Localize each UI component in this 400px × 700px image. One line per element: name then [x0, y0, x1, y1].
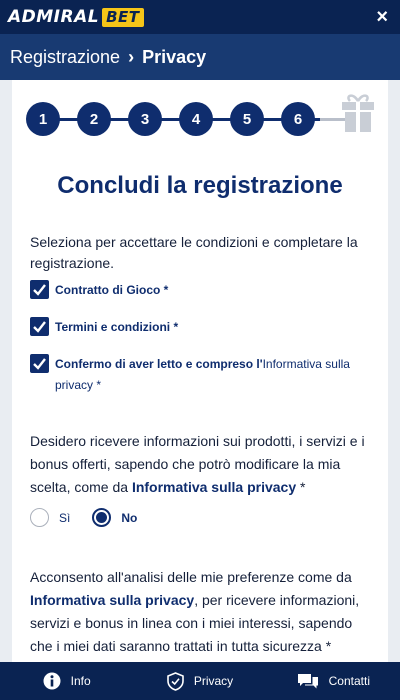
marketing-privacy-link[interactable]: Informativa sulla privacy: [132, 479, 296, 495]
step-3: 3: [128, 102, 162, 136]
checkbox-row-contract[interactable]: Contratto di Gioco *: [30, 280, 168, 301]
contract-link[interactable]: Contratto di Gioco *: [55, 283, 168, 297]
checkmark-icon: [33, 358, 46, 370]
gift-icon: [342, 94, 374, 132]
registration-card: 1 2 3 4 5 6 Concludi la registrazione Se…: [12, 80, 388, 662]
radio-no-circle[interactable]: [92, 508, 112, 527]
nav-privacy-label: Privacy: [193, 674, 234, 688]
admiralbet-logo[interactable]: ADMIRAL BET: [8, 7, 144, 27]
nav-privacy[interactable]: Privacy: [133, 671, 266, 691]
radio-no[interactable]: No: [92, 508, 137, 527]
logo-text-bet: BET: [102, 7, 144, 27]
shield-icon: [167, 671, 184, 691]
info-icon: [43, 672, 61, 690]
required-marker: *: [296, 479, 306, 495]
profiling-consent-text: Acconsento all'analisi delle mie prefere…: [30, 566, 374, 658]
checkbox-row-privacy[interactable]: Confermo di aver letto e compreso l'Info…: [30, 354, 370, 396]
step-2: 2: [77, 102, 111, 136]
step-4: 4: [179, 102, 213, 136]
checkbox-label-privacy: Confermo di aver letto e compreso l'Info…: [55, 354, 370, 396]
step-1: 1: [26, 102, 60, 136]
nav-info-label: Info: [70, 674, 91, 688]
checkbox-terms[interactable]: [30, 317, 49, 336]
radio-si[interactable]: Sì: [30, 508, 70, 527]
radio-no-label: No: [121, 510, 138, 525]
step-6: 6: [281, 102, 315, 136]
top-bar: ADMIRAL BET ×: [0, 0, 400, 34]
close-icon[interactable]: ×: [376, 7, 388, 27]
marketing-consent-text: Desidero ricevere informazioni sui prodo…: [30, 430, 374, 499]
nav-contacts[interactable]: Contatti: [267, 672, 400, 690]
marketing-radio-group: Sì No: [30, 508, 159, 527]
step-5: 5: [230, 102, 264, 136]
checkbox-label-terms: Termini e condizioni *: [55, 317, 178, 338]
nav-contacts-label: Contatti: [328, 674, 370, 688]
checkbox-privacy[interactable]: [30, 354, 49, 373]
checkbox-row-terms[interactable]: Termini e condizioni *: [30, 317, 178, 338]
checkbox-label-contract: Contratto di Gioco *: [55, 280, 168, 301]
registration-stepper: 1 2 3 4 5 6: [20, 90, 380, 150]
intro-text: Seleziona per accettare le condizioni e …: [30, 234, 358, 271]
required-marker: *: [93, 378, 102, 392]
breadcrumb-parent[interactable]: Registrazione: [10, 47, 120, 68]
chat-icon: [297, 674, 318, 689]
breadcrumb-current: Privacy: [142, 46, 207, 67]
logo-text-admiral: ADMIRAL: [8, 7, 100, 27]
privacy-label-text: Confermo di aver letto e compreso l': [55, 357, 263, 371]
radio-si-label: Sì: [59, 510, 71, 525]
page-title: Concludi la registrazione: [57, 172, 343, 199]
nav-info[interactable]: Info: [0, 672, 133, 690]
bottom-nav: Info Privacy Contatti: [0, 662, 400, 700]
checkmark-icon: [33, 284, 46, 296]
checkbox-contract[interactable]: [30, 280, 49, 299]
checkmark-icon: [33, 321, 46, 333]
breadcrumb: Registrazione › Privacy: [0, 34, 400, 80]
terms-link[interactable]: Termini e condizioni *: [55, 320, 178, 334]
radio-si-circle[interactable]: [30, 508, 49, 527]
chevron-right-icon: ›: [128, 46, 135, 67]
profiling-text: Acconsento all'analisi delle mie prefere…: [30, 569, 352, 585]
profiling-privacy-link[interactable]: Informativa sulla privacy: [30, 592, 194, 608]
